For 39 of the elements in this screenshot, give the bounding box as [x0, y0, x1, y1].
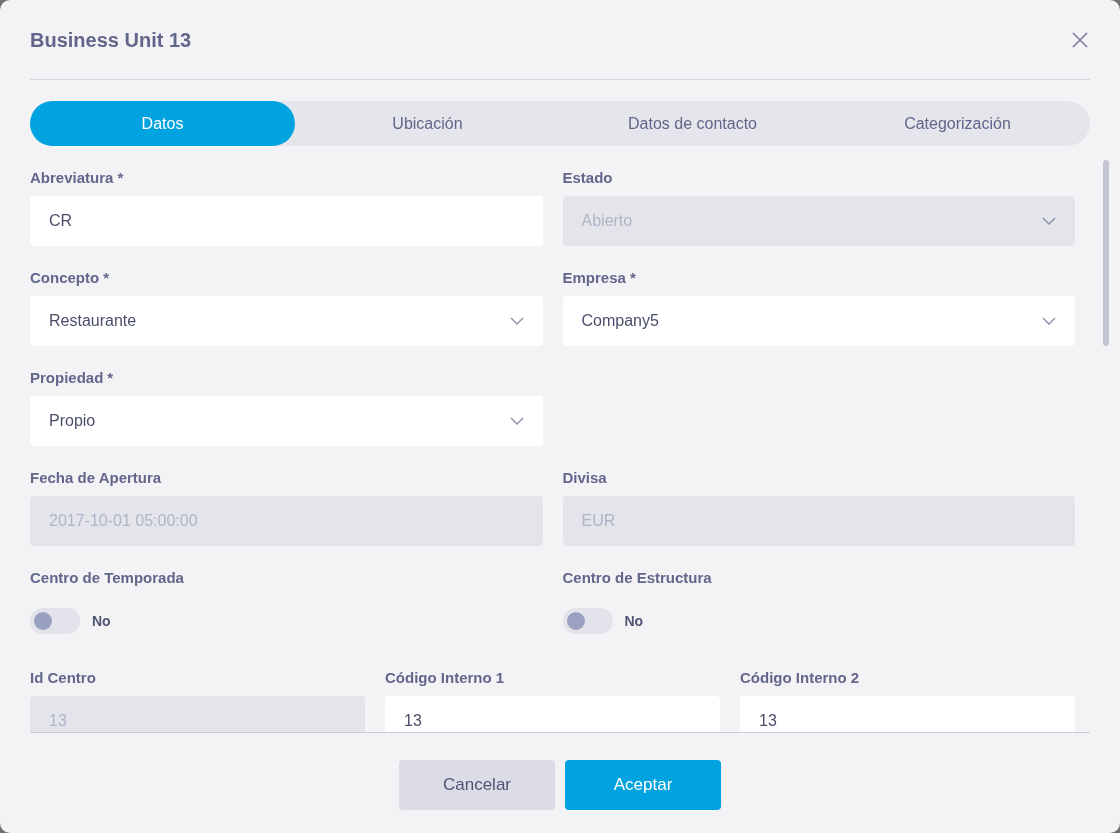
select-field[interactable]: Company5 — [562, 296, 1075, 346]
tab[interactable]: Categorización — [825, 101, 1090, 146]
close-icon[interactable] — [1072, 31, 1088, 48]
scrollbar-thumb[interactable] — [1103, 160, 1109, 346]
input-field[interactable]: CR — [30, 196, 543, 246]
chevron-down-icon — [1042, 217, 1056, 225]
toggle-switch[interactable] — [30, 608, 80, 634]
toggle-label: No — [624, 611, 644, 631]
field-label: Id Centro — [30, 667, 96, 688]
select-field[interactable]: Restaurante — [30, 296, 543, 346]
field-label: Propiedad — [30, 367, 104, 388]
dialog-title: Business Unit 13 — [30, 27, 192, 53]
field-label: Fecha de Apertura — [30, 467, 162, 488]
tab[interactable]: Ubicación — [295, 101, 560, 146]
tab[interactable]: Datos — [30, 101, 295, 146]
required-mark: * — [103, 267, 109, 288]
chevron-down-icon — [509, 417, 524, 425]
field-label: Centro de Estructura — [562, 567, 712, 588]
field-label: Estado — [562, 167, 613, 188]
field-label: Concepto — [30, 267, 100, 288]
select-field[interactable]: Propio — [30, 396, 543, 446]
input-field[interactable]: 13 — [740, 696, 1075, 732]
field-label: Empresa — [562, 267, 626, 288]
toggle-switch[interactable] — [562, 608, 613, 634]
tab[interactable]: Datos de contacto — [560, 101, 825, 146]
field-label: Código Interno 1 — [385, 667, 505, 688]
field-label: Centro de Temporada — [30, 567, 184, 588]
field-label: Abreviatura — [30, 167, 114, 188]
required-mark: * — [629, 267, 636, 288]
accept-button[interactable]: Aceptar — [565, 760, 721, 810]
field-label: Código Interno 2 — [740, 667, 860, 688]
field-label: Divisa — [562, 467, 607, 488]
required-mark: * — [117, 167, 124, 188]
toggle-label: No — [92, 611, 111, 631]
chevron-down-icon — [1042, 317, 1056, 325]
input-field[interactable]: 13 — [385, 696, 720, 732]
required-mark: * — [107, 367, 114, 388]
cancel-button[interactable]: Cancelar — [399, 760, 555, 810]
chevron-down-icon — [509, 317, 524, 325]
